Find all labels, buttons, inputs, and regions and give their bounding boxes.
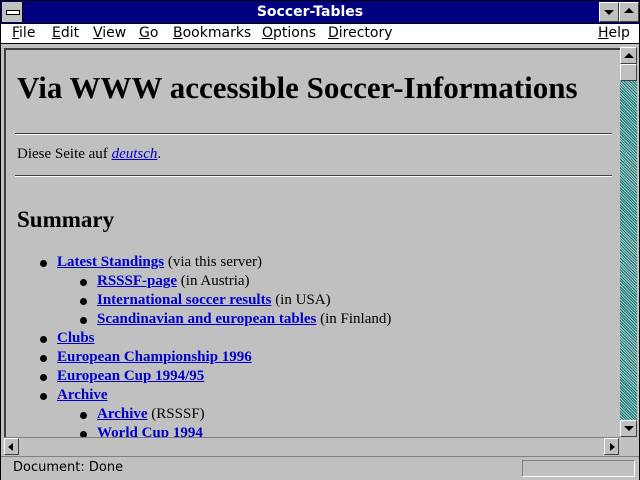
window-title: Soccer-Tables bbox=[256, 4, 364, 20]
language-link[interactable]: deutsch bbox=[112, 146, 158, 162]
bullet bbox=[40, 393, 47, 400]
maximize-icon[interactable] bbox=[619, 2, 639, 22]
scroll-left-icon[interactable] bbox=[4, 438, 19, 455]
list-item-note: (via this server) bbox=[164, 254, 262, 270]
scroll-up-icon[interactable] bbox=[620, 47, 637, 64]
list-item-link[interactable]: European Cup 1994/95 bbox=[57, 368, 204, 384]
bullet bbox=[80, 279, 87, 286]
menu-directory[interactable]: Directory bbox=[328, 25, 393, 41]
browser-window: Soccer-Tables File Edit View Go Bookmark… bbox=[0, 0, 640, 480]
vertical-scrollbar[interactable] bbox=[620, 47, 637, 437]
bullet bbox=[80, 412, 87, 419]
page-title: Via WWW accessible Soccer-Informations bbox=[17, 70, 578, 105]
minimize-icon[interactable] bbox=[599, 2, 619, 22]
divider bbox=[15, 175, 612, 177]
list-item-link[interactable]: Latest Standings bbox=[57, 254, 164, 270]
list-item: Clubs bbox=[57, 330, 95, 347]
menu-bar: File Edit View Go Bookmarks Options Dire… bbox=[1, 24, 639, 44]
progress-indicator bbox=[522, 460, 635, 477]
system-menu-icon[interactable] bbox=[2, 2, 23, 22]
list-item: Scandinavian and european tables (in Fin… bbox=[97, 311, 391, 328]
list-item-link[interactable]: Archive bbox=[97, 406, 148, 422]
list-item: Archive (RSSSF) bbox=[97, 406, 205, 423]
menu-options[interactable]: Options bbox=[262, 25, 316, 41]
summary-heading: Summary bbox=[17, 207, 115, 232]
status-bar: Document: Done bbox=[1, 456, 639, 480]
divider bbox=[15, 133, 612, 135]
list-item: European Cup 1994/95 bbox=[57, 368, 204, 385]
list-item-link[interactable]: Scandinavian and european tables bbox=[97, 311, 316, 327]
list-item-link[interactable]: RSSSF-page bbox=[97, 273, 177, 289]
document-viewport[interactable]: Via WWW accessible Soccer-Informations D… bbox=[4, 48, 620, 438]
scroll-down-icon[interactable] bbox=[620, 420, 637, 437]
bullet bbox=[40, 355, 47, 362]
list-item: European Championship 1996 bbox=[57, 349, 252, 366]
list-item-link[interactable]: Archive bbox=[57, 387, 108, 403]
list-item: Archive bbox=[57, 387, 108, 404]
scroll-thumb[interactable] bbox=[620, 64, 637, 81]
scroll-right-icon[interactable] bbox=[604, 438, 619, 455]
bullet bbox=[80, 317, 87, 324]
menu-file[interactable]: File bbox=[12, 25, 35, 41]
bullet bbox=[80, 298, 87, 305]
bullet bbox=[40, 260, 47, 267]
list-item-note: (RSSSF) bbox=[147, 406, 205, 422]
list-item-link[interactable]: Clubs bbox=[57, 330, 95, 346]
menu-bookmarks[interactable]: Bookmarks bbox=[173, 25, 251, 41]
menu-help[interactable]: Help bbox=[598, 25, 630, 41]
language-suffix: . bbox=[157, 146, 162, 162]
language-line: Diese Seite auf deutsch. bbox=[17, 146, 161, 163]
language-prefix: Diese Seite auf bbox=[17, 146, 112, 162]
list-item-link[interactable]: International soccer results bbox=[97, 292, 271, 308]
scroll-track[interactable] bbox=[620, 64, 637, 420]
list-item-note: (in USA) bbox=[271, 292, 331, 308]
status-text: Document: Done bbox=[13, 460, 124, 475]
menu-edit[interactable]: Edit bbox=[52, 25, 79, 41]
list-item: Latest Standings (via this server) bbox=[57, 254, 262, 271]
list-item-note: (in Austria) bbox=[177, 273, 250, 289]
list-item: International soccer results (in USA) bbox=[97, 292, 331, 309]
bullet bbox=[40, 374, 47, 381]
menu-go[interactable]: Go bbox=[139, 25, 158, 41]
bullet bbox=[40, 336, 47, 343]
list-item-note: (in Finland) bbox=[316, 311, 392, 327]
menu-view[interactable]: View bbox=[93, 25, 126, 41]
list-item: RSSSF-page (in Austria) bbox=[97, 273, 250, 290]
horizontal-scrollbar[interactable] bbox=[4, 437, 620, 455]
title-bar: Soccer-Tables bbox=[1, 1, 639, 24]
list-item-link[interactable]: European Championship 1996 bbox=[57, 349, 252, 365]
